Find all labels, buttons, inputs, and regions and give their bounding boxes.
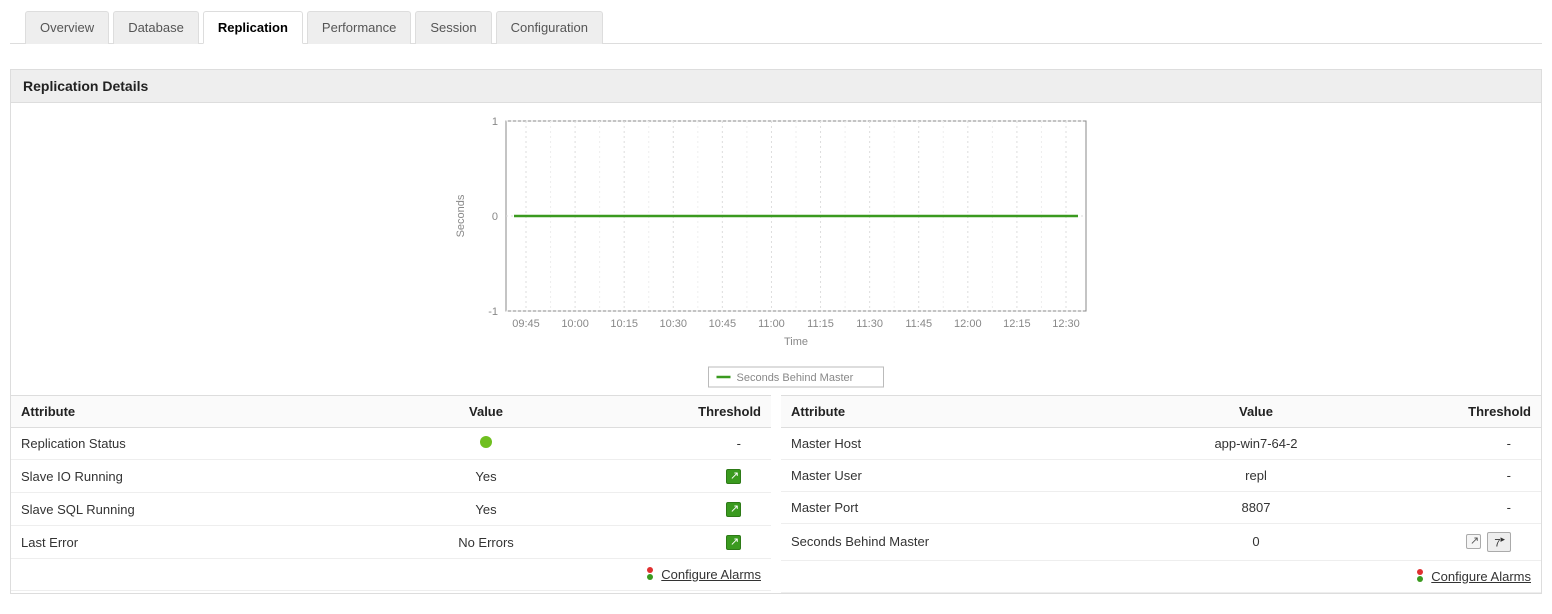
table-row: Last ErrorNo Errors (11, 526, 771, 559)
value-cell: app-win7-64-2 (1123, 428, 1389, 460)
tab-performance[interactable]: Performance (307, 11, 411, 44)
threshold-cell: - (1389, 460, 1541, 492)
svg-text:10:30: 10:30 (660, 318, 688, 330)
alarm-icon (1416, 569, 1424, 583)
attr-cell: Slave IO Running (11, 460, 353, 493)
value-cell: No Errors (353, 526, 619, 559)
threshold-cell: - (1389, 428, 1541, 460)
svg-text:11:45: 11:45 (905, 318, 932, 330)
col-value: Value (1123, 396, 1389, 428)
svg-text:Time: Time (784, 336, 808, 348)
data-tables: Attribute Value Threshold Replication St… (11, 395, 1541, 593)
col-value: Value (353, 396, 619, 428)
svg-text:1: 1 (492, 116, 498, 128)
attr-cell: Seconds Behind Master (781, 524, 1123, 561)
configure-alarms-link[interactable]: Configure Alarms (661, 567, 761, 582)
value-cell: 0 (1123, 524, 1389, 561)
tab-bar: OverviewDatabaseReplicationPerformanceSe… (10, 10, 1542, 44)
alarm-icon (646, 567, 654, 581)
table-row: Slave SQL RunningYes (11, 493, 771, 526)
tab-session[interactable]: Session (415, 11, 491, 44)
table-row: Replication Status - (11, 428, 771, 460)
status-dot-icon (480, 436, 492, 448)
svg-text:11:15: 11:15 (807, 318, 834, 330)
configure-alarms-link[interactable]: Configure Alarms (1431, 569, 1531, 584)
value-cell (353, 428, 619, 460)
threshold-cell (619, 493, 771, 526)
table-row: Slave IO RunningYes (11, 460, 771, 493)
replication-panel: Replication Details -1 0 1 09:45 10:00 10:15 1… (10, 69, 1542, 594)
threshold-cell (619, 460, 771, 493)
col-threshold: Threshold (619, 396, 771, 428)
value-cell: Yes (353, 460, 619, 493)
threshold-cell (619, 526, 771, 559)
col-attribute: Attribute (11, 396, 353, 428)
value-cell: Yes (353, 493, 619, 526)
svg-text:-1: -1 (488, 306, 498, 318)
svg-text:0: 0 (492, 211, 498, 223)
threshold-ok-icon[interactable] (726, 535, 741, 550)
threshold-ok-icon[interactable] (726, 469, 741, 484)
svg-text:11:30: 11:30 (856, 318, 883, 330)
col-attribute: Attribute (781, 396, 1123, 428)
tab-configuration[interactable]: Configuration (496, 11, 603, 44)
table-row: Master Userrepl- (781, 460, 1541, 492)
svg-text:09:45: 09:45 (512, 318, 540, 330)
svg-text:10:15: 10:15 (610, 318, 638, 330)
threshold-cell: - (619, 428, 771, 460)
svg-text:Seconds: Seconds (455, 194, 467, 237)
chart-container: -1 0 1 09:45 10:00 10:15 10:30 10:45 11:00 11:15 1… (11, 103, 1541, 395)
svg-text:10:00: 10:00 (561, 318, 589, 330)
attr-cell: Master Port (781, 492, 1123, 524)
attr-cell: Slave SQL Running (11, 493, 353, 526)
threshold-cell: - (1389, 492, 1541, 524)
tab-replication[interactable]: Replication (203, 11, 303, 44)
panel-title: Replication Details (11, 70, 1541, 103)
table-row: Seconds Behind Master0 7▸ (781, 524, 1541, 561)
threshold-cell: 7▸ (1389, 524, 1541, 561)
threshold-edit-icon[interactable] (1466, 534, 1481, 549)
left-table: Attribute Value Threshold Replication St… (11, 395, 771, 591)
seconds-behind-master-chart: -1 0 1 09:45 10:00 10:15 10:30 10:45 11:00 11:15 1… (446, 111, 1106, 391)
svg-text:10:45: 10:45 (709, 318, 737, 330)
svg-text:12:15: 12:15 (1003, 318, 1031, 330)
right-table-col: Attribute Value Threshold Master Hostapp… (781, 395, 1541, 593)
tab-overview[interactable]: Overview (25, 11, 109, 44)
value-cell: repl (1123, 460, 1389, 492)
table-row: Master Port8807- (781, 492, 1541, 524)
svg-text:11:00: 11:00 (758, 318, 785, 330)
svg-text:Seconds Behind Master: Seconds Behind Master (737, 372, 854, 384)
attr-cell: Master User (781, 460, 1123, 492)
right-table: Attribute Value Threshold Master Hostapp… (781, 395, 1541, 593)
tab-database[interactable]: Database (113, 11, 199, 44)
attr-cell: Master Host (781, 428, 1123, 460)
svg-text:12:00: 12:00 (954, 318, 982, 330)
threshold-badge[interactable]: 7▸ (1487, 532, 1511, 552)
svg-text:12:30: 12:30 (1052, 318, 1080, 330)
col-threshold: Threshold (1389, 396, 1541, 428)
attr-cell: Replication Status (11, 428, 353, 460)
left-table-col: Attribute Value Threshold Replication St… (11, 395, 771, 593)
threshold-ok-icon[interactable] (726, 502, 741, 517)
table-row: Master Hostapp-win7-64-2- (781, 428, 1541, 460)
attr-cell: Last Error (11, 526, 353, 559)
value-cell: 8807 (1123, 492, 1389, 524)
